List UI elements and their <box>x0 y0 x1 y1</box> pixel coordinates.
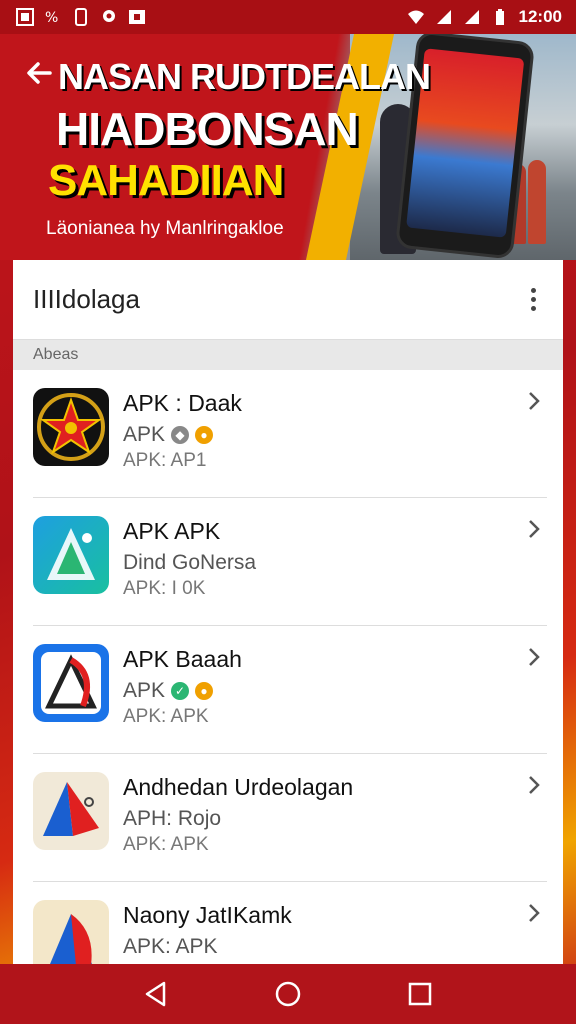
card-header: IIIIdolaga <box>13 260 563 340</box>
status-icons-left: % <box>16 8 146 26</box>
app-name: APK APK <box>123 518 221 544</box>
app-meta: APK: I 0K <box>123 578 206 599</box>
banner-heading-line-3: SAHADIIAN <box>48 156 284 205</box>
app-subtitle: APK: APK <box>123 935 218 958</box>
app-name: Naony JatIKamk <box>123 902 292 928</box>
app-subtitle: APK <box>123 423 166 446</box>
promo-banner: NASAN RUDTDEALAN HIADBONSAN SAHADIIAN Lä… <box>0 34 576 260</box>
list-item[interactable]: APK : Daak APK ◆ ● APK: AP1 <box>13 370 563 498</box>
status-icons-right: 12:00 <box>407 7 562 27</box>
banner-heading-line-1: NASAN RUDTDEALAN <box>58 56 431 97</box>
app-icon-triangle-flag <box>33 644 109 722</box>
list-item[interactable]: Naony JatIKamk APK: APK <box>13 882 563 964</box>
app-list-card: IIIIdolaga Abeas APK : Daak APK ◆ ● APK:… <box>13 260 563 964</box>
nav-back-icon[interactable] <box>143 980 169 1008</box>
grey-badge-icon: ◆ <box>171 426 190 444</box>
chevron-right-icon <box>529 648 540 666</box>
app-name: Andhedan Urdeolagan <box>123 774 354 800</box>
app-icon-star-emblem <box>33 388 109 466</box>
chevron-right-icon <box>529 776 540 794</box>
app-subtitle: Dind GoNersa <box>123 551 257 574</box>
svg-text:%: % <box>45 10 58 26</box>
orange-badge-icon: ● <box>195 426 214 444</box>
banner-heading-line-2: HIADBONSAN <box>56 103 359 155</box>
phone-icon <box>75 8 87 26</box>
nav-recents-icon[interactable] <box>407 981 433 1007</box>
chevron-right-icon <box>529 904 540 922</box>
app-meta: APK: APK <box>123 706 209 727</box>
app-meta: APK: APK <box>123 834 209 855</box>
chevron-right-icon <box>529 520 540 538</box>
app-subtitle: APH: Rojo <box>123 807 222 830</box>
list-item[interactable]: APK Baaah APK ✓ ● APK: APK <box>13 626 563 754</box>
settings-icon: % <box>45 10 58 26</box>
app-icon-blue-red-arrow <box>33 772 109 850</box>
page-title: IIIIdolaga <box>33 284 140 314</box>
system-nav-bar <box>0 964 576 1024</box>
app-name: APK : Daak <box>123 390 242 416</box>
banner-tagline: Läonianea hy Manlringakloe <box>46 218 284 239</box>
battery-icon <box>495 9 504 25</box>
app-icon-flame-triangle <box>33 900 109 964</box>
back-arrow-icon[interactable] <box>24 58 54 88</box>
location-icon <box>103 10 115 22</box>
list-item[interactable]: APK APK Dind GoNersa APK: I 0K <box>13 498 563 626</box>
signal-icon <box>464 10 479 24</box>
app-icon-map-pin <box>33 516 109 594</box>
status-bar: % 12:00 <box>0 0 576 34</box>
wifi-icon <box>407 10 424 24</box>
more-options-icon[interactable] <box>523 288 543 311</box>
app-name: APK Baaah <box>123 646 242 672</box>
app-meta: APK: AP1 <box>123 450 207 471</box>
section-label: Abeas <box>13 340 563 370</box>
nav-home-icon[interactable] <box>274 980 302 1008</box>
screenshot-icon <box>129 10 145 24</box>
status-time: 12:00 <box>518 7 562 26</box>
app-subtitle: APK <box>123 679 166 702</box>
chevron-right-icon <box>529 392 540 410</box>
green-badge-icon: ✓ <box>171 682 190 700</box>
gallery-icon <box>16 8 34 26</box>
signal-icon <box>436 10 451 24</box>
orange-badge-icon: ● <box>195 682 214 700</box>
list-item[interactable]: Andhedan Urdeolagan APH: Rojo APK: APK <box>13 754 563 882</box>
